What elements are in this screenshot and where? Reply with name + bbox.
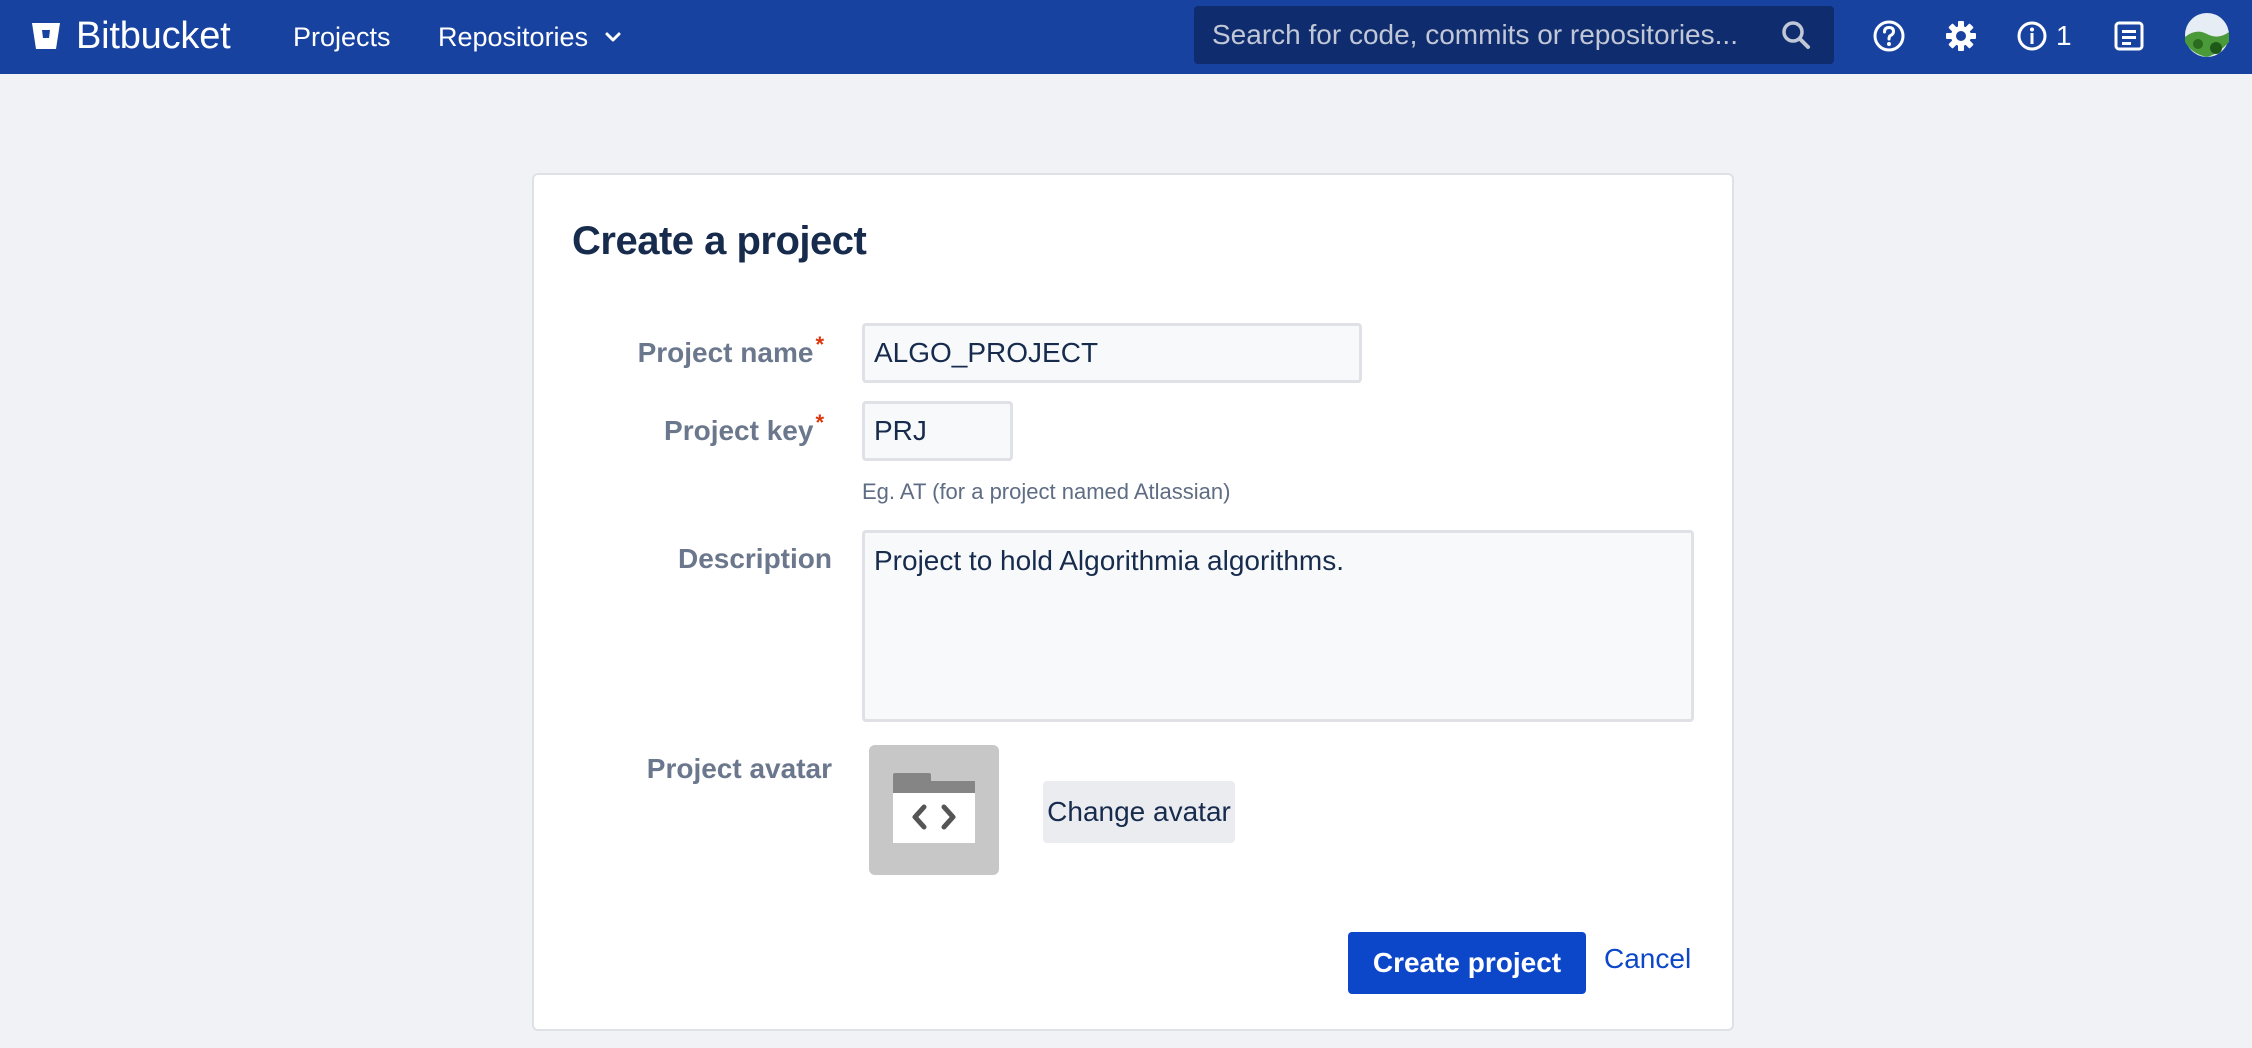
description-label: Description: [677, 543, 832, 574]
bitbucket-logo[interactable]: Bitbucket: [30, 12, 231, 60]
project-name-input[interactable]: [862, 323, 1362, 383]
project-key-label: Project key*: [534, 410, 824, 447]
project-avatar-label: Project avatar: [646, 753, 832, 784]
search-box: [1194, 6, 1834, 64]
user-avatar[interactable]: [2182, 10, 2232, 60]
create-project-button[interactable]: Create project: [1348, 932, 1586, 994]
info-icon: [2017, 21, 2047, 51]
project-key-label-text: Project key: [664, 415, 814, 446]
project-name-label: Project name*: [534, 332, 824, 369]
pull-requests-button[interactable]: [2110, 17, 2148, 55]
gear-icon: [1946, 21, 1976, 51]
create-project-card: Create a project Project name* Project k…: [532, 173, 1734, 1031]
required-marker: *: [815, 410, 824, 435]
user-avatar-icon: [2185, 13, 2229, 57]
cancel-link[interactable]: Cancel: [1604, 943, 1691, 975]
help-button[interactable]: [1870, 17, 1908, 55]
bitbucket-icon: [32, 23, 60, 49]
project-key-hint: Eg. AT (for a project named Atlassian): [862, 479, 1231, 504]
notifications-button[interactable]: 1: [2016, 17, 2088, 55]
required-marker: *: [815, 332, 824, 357]
brand-name: Bitbucket: [76, 14, 231, 57]
project-avatar-preview: [869, 745, 999, 875]
nav-repositories-label: Repositories: [438, 22, 589, 52]
description-textarea[interactable]: Project to hold Algorithmia algorithms.: [862, 530, 1694, 722]
top-navigation-bar: Bitbucket Projects Repositories Search f…: [0, 0, 2252, 74]
page-title: Create a project: [572, 219, 867, 263]
project-key-input[interactable]: [862, 401, 1013, 461]
change-avatar-button[interactable]: Change avatar: [1043, 781, 1235, 843]
search-icon[interactable]: [1780, 19, 1812, 51]
settings-button[interactable]: [1942, 17, 1980, 55]
nav-projects-link[interactable]: Projects: [293, 17, 391, 57]
chevron-down-icon: [605, 32, 621, 42]
code-folder-icon: [893, 773, 975, 843]
nav-repositories-dropdown[interactable]: Repositories: [438, 17, 624, 57]
search-input[interactable]: [1194, 6, 1780, 64]
project-name-label-text: Project name: [637, 337, 814, 368]
notification-count: 1: [2056, 20, 2072, 51]
inbox-icon: [2114, 21, 2144, 51]
help-icon: [1873, 20, 1905, 52]
